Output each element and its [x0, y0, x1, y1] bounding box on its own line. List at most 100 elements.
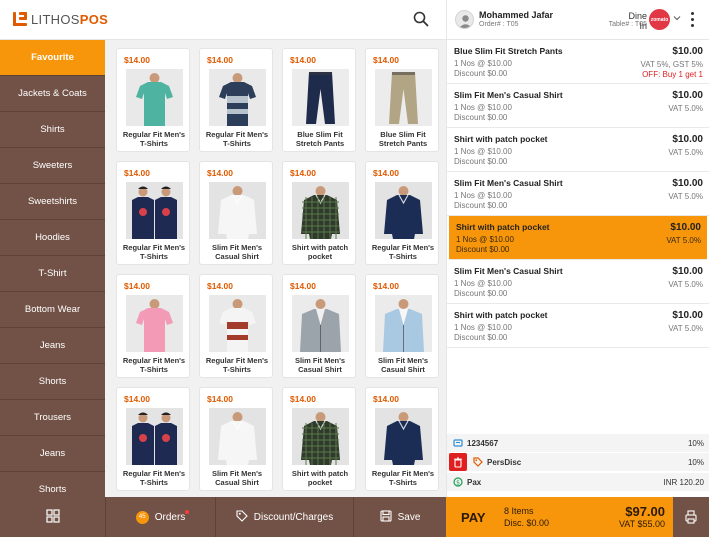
order-item[interactable]: Shirt with patch pocket 1 Nos @ $10.00 Dis… [447, 304, 709, 348]
product-image [375, 295, 432, 352]
product-image [292, 182, 349, 239]
tag-icon [473, 457, 483, 467]
product-name: Regular Fit Men's T-Shirts [122, 130, 186, 148]
personal-discount-value: 10% [687, 458, 704, 467]
product-card[interactable]: $14.00 Blue Slim Fit Stretch Pants [282, 48, 356, 152]
order-item-tax: VAT 5.0% [668, 104, 703, 113]
order-item[interactable]: Shirt with patch pocket 1 Nos @ $10.00 Dis… [449, 216, 707, 260]
order-item-amount: $10.00 [672, 134, 703, 145]
category-item[interactable]: Jeans [0, 436, 105, 472]
category-item[interactable]: Trousers [0, 400, 105, 436]
product-card[interactable]: $14.00 Regular Fit Men's T-Shirts [116, 274, 190, 378]
category-item[interactable]: Jackets & Coats [0, 76, 105, 112]
order-item-qty: 1 Nos @ $10.00 [454, 191, 512, 200]
category-item[interactable]: Shorts [0, 472, 105, 497]
product-card[interactable]: $14.00 Shirt with patch pocket [282, 387, 356, 491]
order-item[interactable]: Slim Fit Men's Casual Shirt 1 Nos @ $10.0… [447, 84, 709, 128]
customer-avatar[interactable] [455, 10, 474, 29]
product-price: $14.00 [124, 168, 150, 178]
product-name: Blue Slim Fit Stretch Pants [295, 130, 345, 148]
product-card[interactable]: $14.00 Regular Fit Men's T-Shirts [116, 161, 190, 265]
pax-label: Pax [467, 478, 482, 487]
product-name: Shirt with patch pocket [291, 243, 349, 261]
product-name: Regular Fit Men's T-Shirts [205, 130, 269, 148]
product-card[interactable]: $14.00 Shirt with patch pocket [282, 161, 356, 265]
pay-button[interactable]: PAY 8 Items Disc. $0.00 $97.00 VAT $55.0… [446, 497, 673, 537]
discount-charges-button[interactable]: Discount/Charges [215, 497, 353, 537]
app-logo: LITHOSPOS [12, 11, 108, 27]
product-name: Regular Fit Men's T-Shirts [122, 243, 186, 261]
search-icon[interactable] [413, 11, 431, 29]
lithos-logo-icon [12, 11, 28, 27]
category-item[interactable]: Shirts [0, 112, 105, 148]
product-price: $14.00 [124, 394, 150, 404]
order-item-amount: $10.00 [670, 222, 701, 233]
orders-button[interactable]: 45 Orders [105, 497, 215, 537]
trash-icon[interactable] [449, 453, 467, 471]
order-item-offer: OFF: Buy 1 get 1 [642, 70, 703, 79]
receipt-printer-icon[interactable] [673, 497, 709, 537]
product-card[interactable]: $14.00 Regular Fit Men's T-Shirts [199, 274, 273, 378]
order-item-discount: Discount $0.00 [456, 245, 510, 254]
order-header: Mohammed Jafar Order# : T05 Dine In Tabl… [446, 0, 709, 40]
category-item[interactable]: Bottom Wear [0, 292, 105, 328]
product-price: $14.00 [373, 394, 399, 404]
product-image [126, 69, 183, 126]
category-item[interactable]: Sweetshirts [0, 184, 105, 220]
pax-row[interactable]: $ Pax INR 120.20 [447, 473, 709, 491]
category-item[interactable]: T-Shirt [0, 256, 105, 292]
order-item-discount: Discount $0.00 [454, 289, 508, 298]
product-card[interactable]: $14.00 Regular Fit Men's T-Shirts [199, 48, 273, 152]
order-item-qty: 1 Nos @ $10.00 [456, 235, 514, 244]
order-item[interactable]: Blue Slim Fit Stretch Pants 1 Nos @ $10.0… [447, 40, 709, 84]
save-icon [380, 509, 392, 525]
notification-dot [185, 510, 189, 514]
category-item[interactable]: Favourite [0, 40, 105, 76]
order-item[interactable]: Slim Fit Men's Casual Shirt 1 Nos @ $10.0… [447, 260, 709, 304]
product-card[interactable]: $14.00 Regular Fit Men's T-Shirts [365, 387, 439, 491]
order-vat: VAT $55.00 [618, 519, 665, 529]
aggregator-badge[interactable]: zomato [649, 9, 670, 30]
order-item-discount: Discount $0.00 [454, 201, 508, 210]
grid-icon [45, 508, 60, 526]
more-vertical-icon[interactable] [689, 12, 695, 27]
chevron-down-icon[interactable] [673, 14, 681, 22]
order-item-discount: Discount $0.00 [454, 157, 508, 166]
order-item[interactable]: Shirt with patch pocket 1 Nos @ $10.00 Dis… [447, 128, 709, 172]
product-image [375, 408, 432, 465]
order-item-name: Shirt with patch pocket [454, 134, 548, 144]
order-item-amount: $10.00 [672, 310, 703, 321]
order-item-tax: VAT 5.0% [668, 324, 703, 333]
order-item-qty: 1 Nos @ $10.00 [454, 103, 512, 112]
product-card[interactable]: $14.00 Regular Fit Men's T-Shirts [116, 387, 190, 491]
order-total: $97.00 [625, 504, 665, 519]
customer-name[interactable]: Mohammed Jafar [479, 10, 553, 20]
save-button[interactable]: Save [353, 497, 446, 537]
coupon-value: 10% [687, 439, 704, 448]
product-card[interactable]: $14.00 Regular Fit Men's T-Shirts [365, 161, 439, 265]
bottom-action-bar: 45 Orders Discount/Charges Save [0, 497, 446, 537]
product-price: $14.00 [207, 281, 233, 291]
svg-text:$: $ [456, 479, 460, 486]
product-image [375, 182, 432, 239]
product-card[interactable]: $14.00 Blue Slim Fit Stretch Pants [365, 48, 439, 152]
grid-view-button[interactable] [0, 497, 105, 537]
product-name: Regular Fit Men's T-Shirts [371, 469, 435, 487]
product-card[interactable]: $14.00 Slim Fit Men's Casual Shirt [282, 274, 356, 378]
product-image [292, 295, 349, 352]
category-item[interactable]: Shorts [0, 364, 105, 400]
product-price: $14.00 [207, 55, 233, 65]
coupon-row[interactable]: 1234567 10% [447, 434, 709, 452]
product-image [292, 408, 349, 465]
category-item[interactable]: Jeans [0, 328, 105, 364]
product-card[interactable]: $14.00 Slim Fit Men's Casual Shirt [199, 161, 273, 265]
product-card[interactable]: $14.00 Regular Fit Men's T-Shirts [116, 48, 190, 152]
order-item[interactable]: Slim Fit Men's Casual Shirt 1 Nos @ $10.0… [447, 172, 709, 216]
discount-tag-icon [236, 509, 248, 525]
personal-discount-row[interactable]: PersDisc 10% [447, 453, 709, 471]
category-item[interactable]: Sweeters [0, 148, 105, 184]
product-name: Regular Fit Men's T-Shirts [205, 356, 269, 374]
product-card[interactable]: $14.00 Slim Fit Men's Casual Shirt [365, 274, 439, 378]
product-card[interactable]: $14.00 Slim Fit Men's Casual Shirt [199, 387, 273, 491]
category-item[interactable]: Hoodies [0, 220, 105, 256]
